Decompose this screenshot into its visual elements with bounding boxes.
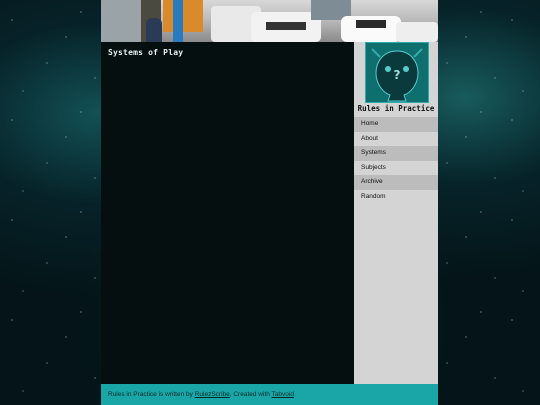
svg-text:?: ? [394, 68, 401, 82]
nav-item-systems[interactable]: Systems [354, 146, 438, 161]
sidebar: ? Rules in Practice Home About Systems S… [354, 42, 438, 384]
author-link[interactable]: RulezScribe [195, 391, 230, 398]
header-photo [101, 0, 438, 42]
footer: Rules in Practice is written by RulezScr… [101, 384, 438, 405]
blog-page: Systems of Play ? Rules in Practice Home… [101, 0, 438, 405]
avatar-illustration: ? [366, 43, 428, 102]
nav-item-subjects[interactable]: Subjects [354, 161, 438, 176]
nav-item-random[interactable]: Random [354, 190, 438, 205]
main-content: Systems of Play [101, 42, 354, 384]
post-title[interactable]: Systems of Play [108, 48, 183, 57]
sidebar-nav: Home About Systems Subjects Archive Rand… [354, 117, 438, 204]
footer-prefix: Rules in Practice is written by [108, 391, 195, 398]
platform-link[interactable]: Tabvoid [272, 391, 294, 398]
nav-item-archive[interactable]: Archive [354, 175, 438, 190]
ghost-mascot-icon[interactable]: ? [365, 42, 429, 103]
nav-item-home[interactable]: Home [354, 117, 438, 132]
nav-item-about[interactable]: About [354, 132, 438, 147]
site-name[interactable]: Rules in Practice [354, 104, 438, 113]
footer-middle: , Created with [229, 391, 272, 398]
